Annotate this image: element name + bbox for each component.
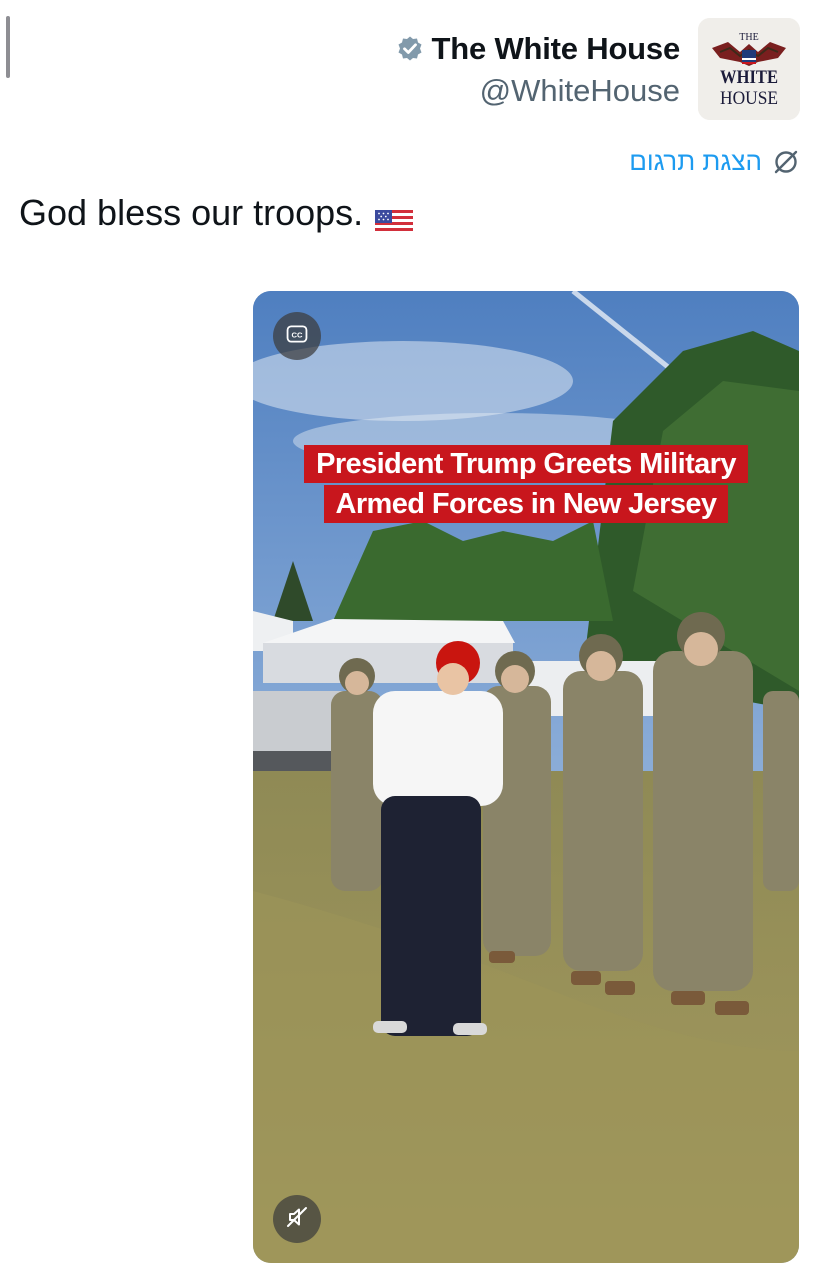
muted-speaker-icon: [285, 1205, 309, 1234]
svg-text:WHITE: WHITE: [720, 67, 778, 88]
svg-text:THE: THE: [739, 32, 758, 43]
caption-line-1: President Trump Greets Military: [304, 445, 748, 483]
video-caption: President Trump Greets Military Armed Fo…: [253, 445, 799, 523]
us-flag-icon: [375, 201, 414, 234]
white-house-seal-logo: THE WHITE HOUSE: [698, 18, 800, 120]
closed-captions-label: CC: [291, 330, 303, 339]
author-display-name[interactable]: The White House: [432, 31, 681, 67]
show-translation-button[interactable]: הצגת תרגום: [629, 146, 800, 177]
mute-toggle-button[interactable]: [273, 1195, 321, 1243]
video-frame: [253, 291, 799, 1263]
closed-captions-icon: CC: [286, 324, 308, 348]
show-translation-label: הצגת תרגום: [629, 146, 762, 176]
tweet-body: God bless our troops.: [19, 192, 414, 234]
tweet-header: The White House @WhiteHouse THE WHITE HO…: [396, 18, 800, 120]
author-name-row: The White House: [396, 29, 680, 69]
tweet-text: God bless our troops.: [19, 192, 364, 233]
author-handle[interactable]: @WhiteHouse: [480, 73, 680, 109]
video-player[interactable]: President Trump Greets Military Armed Fo…: [253, 291, 799, 1263]
closed-captions-button[interactable]: CC: [273, 312, 321, 360]
caption-line-2: Armed Forces in New Jersey: [323, 485, 729, 523]
tweet-detail-view: The White House @WhiteHouse THE WHITE HO…: [0, 0, 818, 1280]
scroll-indicator[interactable]: [6, 16, 10, 78]
author-info[interactable]: The White House @WhiteHouse: [396, 29, 680, 109]
svg-text:HOUSE: HOUSE: [720, 88, 778, 109]
verified-badge-icon: [396, 35, 424, 63]
globe-slash-icon: [772, 148, 800, 176]
avatar[interactable]: THE WHITE HOUSE: [698, 18, 800, 120]
